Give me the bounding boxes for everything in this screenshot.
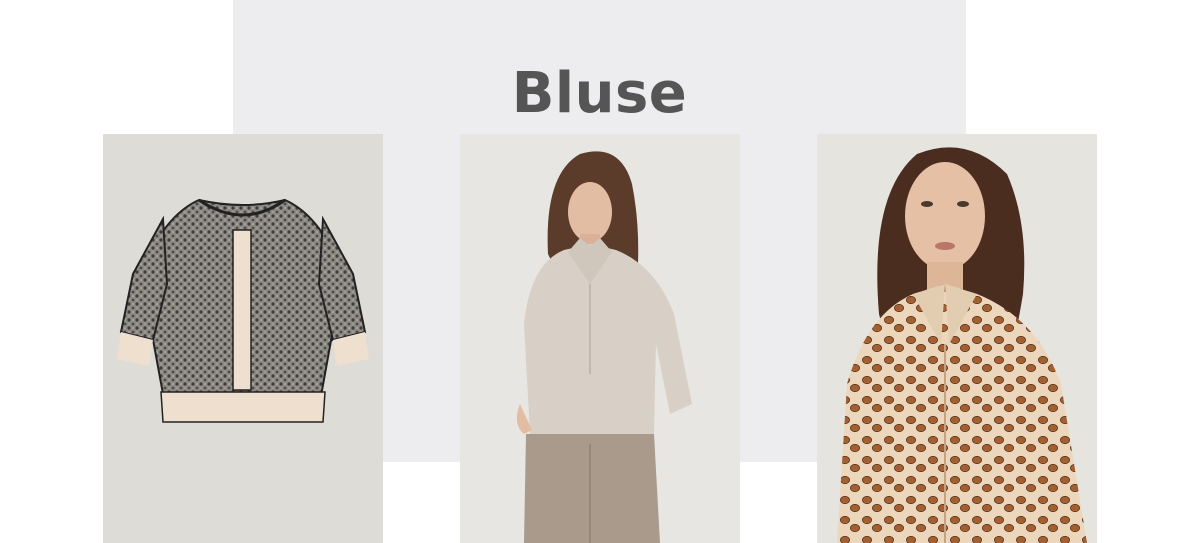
product-card-satin-blouse[interactable]	[460, 134, 740, 543]
product-image-satin-blouse	[460, 134, 740, 543]
product-card-leopard-shirt[interactable]	[817, 134, 1097, 543]
product-card-lace-blouse[interactable]	[103, 134, 383, 543]
section-title: Bluse	[511, 60, 688, 126]
product-image-leopard-shirt	[817, 134, 1097, 543]
product-image-lace-blouse	[103, 134, 383, 543]
